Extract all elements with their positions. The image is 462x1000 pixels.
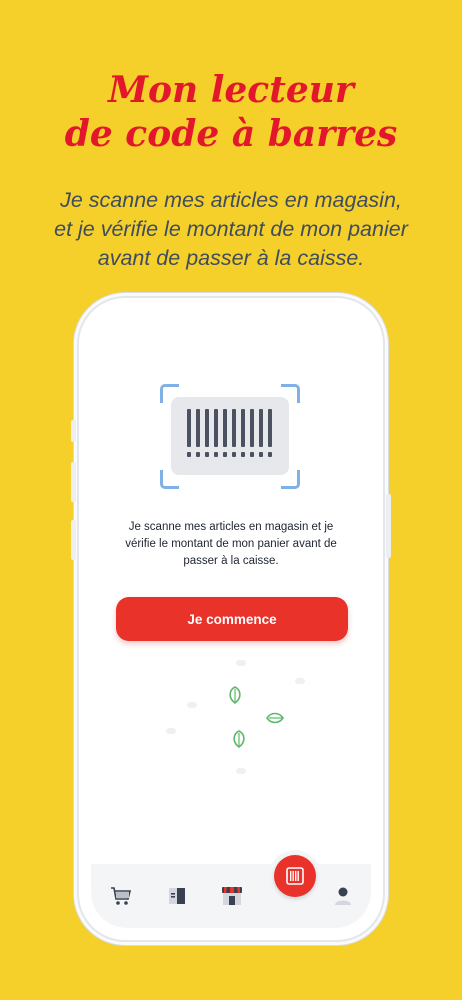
barcode-illustration: [160, 384, 300, 489]
leaf-icon: [233, 730, 245, 748]
barcode-scan-icon: [286, 867, 304, 885]
tab-scanner[interactable]: [274, 855, 316, 897]
app-screen: Je scanne mes articles en magasin et je …: [91, 310, 371, 928]
decorative-speck: [187, 702, 197, 708]
scanner-intro-text: Je scanne mes articles en magasin et je …: [111, 519, 351, 570]
decorative-speck: [236, 768, 246, 774]
subtitle-line-3: avant de passer à la caisse.: [97, 246, 365, 270]
intro-line-1: Je scanne mes articles en magasin et je: [128, 521, 334, 533]
phone-mute-switch: [71, 420, 76, 442]
tab-store[interactable]: [204, 864, 260, 928]
promo-subtitle: Je scanne mes articles en magasin, et je…: [10, 186, 452, 273]
subtitle-line-2: et je vérifie le montant de mon panier: [54, 217, 408, 241]
phone-power-button: [386, 494, 391, 558]
start-button[interactable]: Je commence: [116, 597, 348, 641]
cart-icon: [111, 887, 132, 905]
decorative-speck: [236, 660, 246, 666]
phone-volume-up: [71, 462, 76, 502]
tab-cart[interactable]: [93, 864, 149, 928]
barcode-icon: [171, 397, 289, 475]
headline-line-2: de code à barres: [64, 113, 398, 155]
intro-line-2: vérifie le montant de mon panier avant d…: [125, 538, 337, 550]
tab-catalog[interactable]: [149, 864, 205, 928]
decorative-speck: [166, 728, 176, 734]
leaf-icon: [266, 712, 284, 724]
store-icon: [222, 887, 242, 905]
subtitle-line-1: Je scanne mes articles en magasin,: [60, 188, 402, 212]
leaf-icon: [229, 686, 241, 704]
tab-account[interactable]: [315, 864, 371, 928]
promo-headline: Mon lecteur de code à barres: [0, 68, 462, 156]
catalog-icon: [169, 888, 185, 904]
decorative-speck: [295, 678, 305, 684]
phone-mockup: Je scanne mes articles en magasin et je …: [71, 298, 391, 940]
headline-line-1: Mon lecteur: [108, 69, 354, 111]
bottom-tab-bar: [91, 850, 371, 928]
phone-volume-down: [71, 520, 76, 560]
intro-line-3: passer à la caisse.: [183, 555, 279, 567]
account-icon: [335, 887, 351, 905]
